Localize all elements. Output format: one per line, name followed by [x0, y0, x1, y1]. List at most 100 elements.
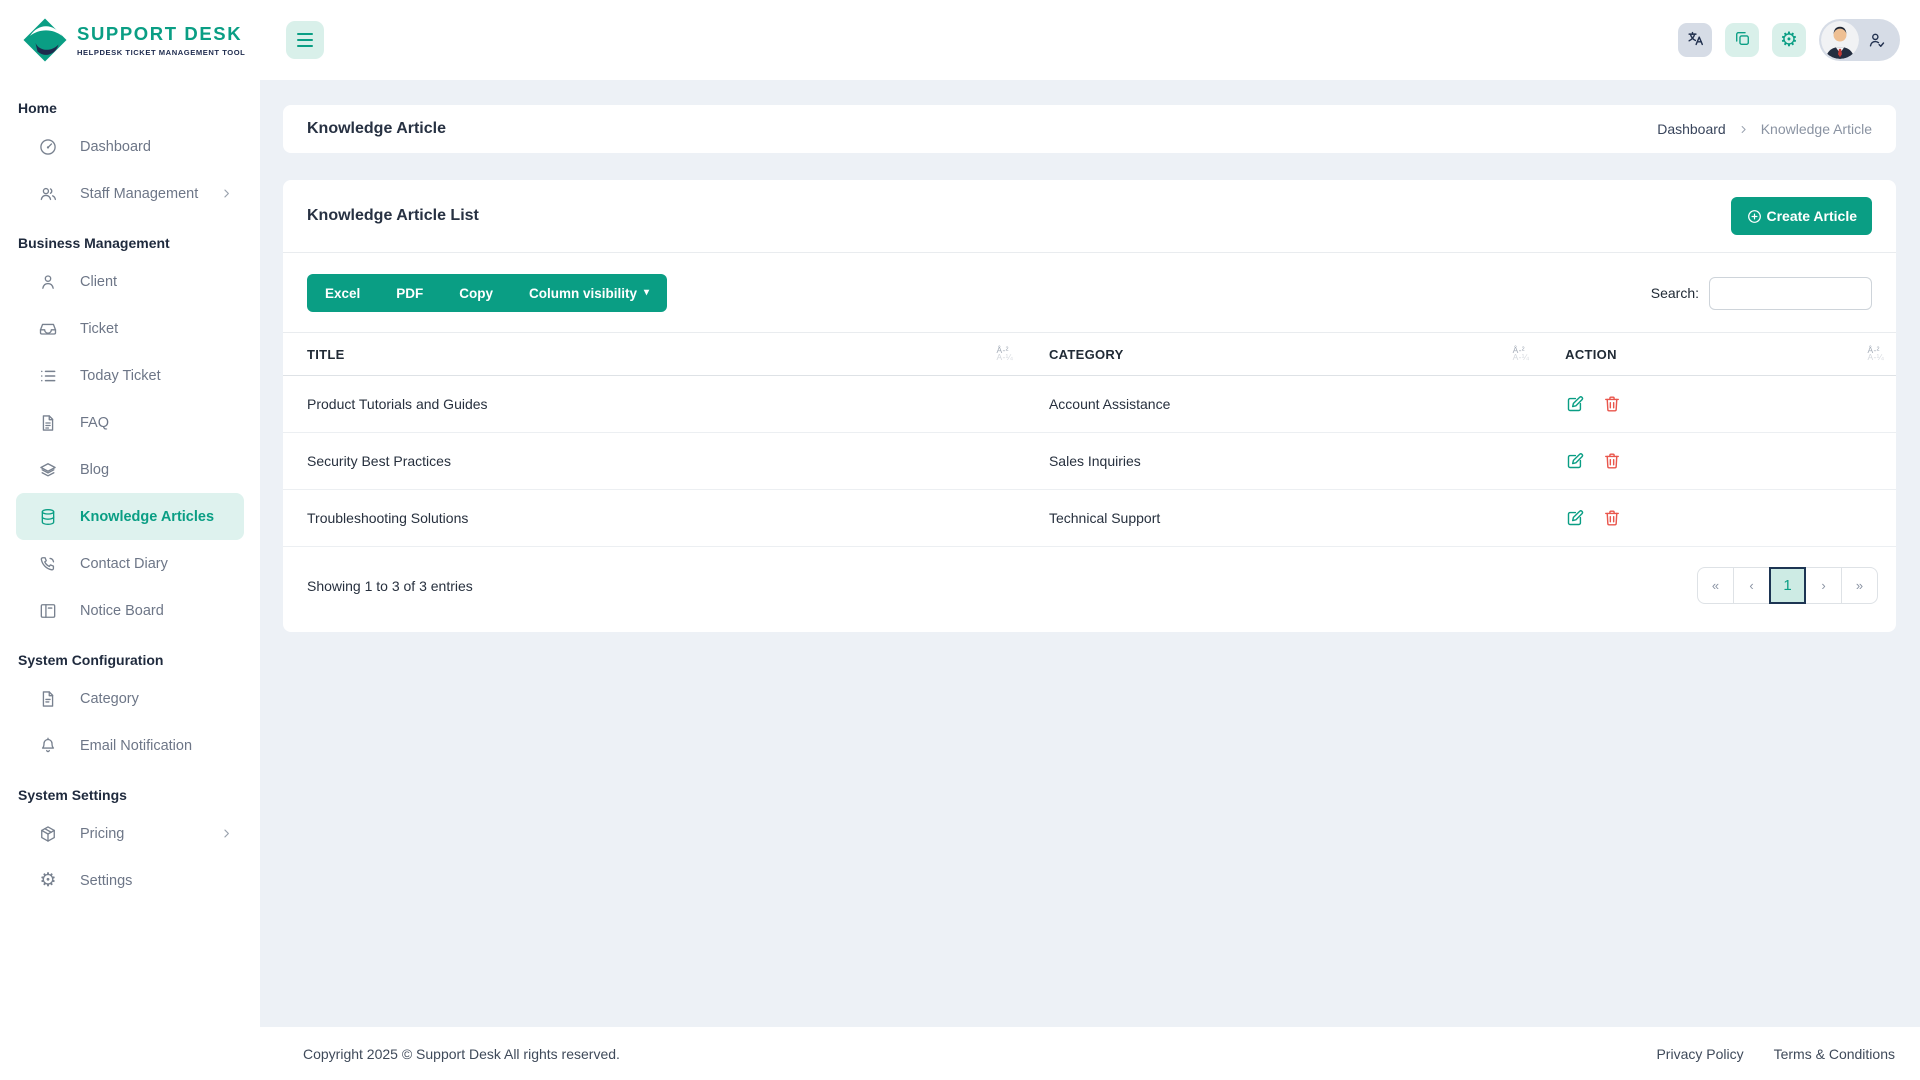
table-toolbar: Excel PDF Copy Column visibility ▾ Search: [283, 253, 1896, 332]
column-visibility-button[interactable]: Column visibility ▾ [511, 274, 667, 312]
sidebar-item-ticket[interactable]: Ticket [16, 305, 244, 352]
breadcrumb-dashboard[interactable]: Dashboard [1657, 121, 1726, 137]
sidebar-item-pricing[interactable]: Pricing [16, 810, 244, 857]
cell-category: Sales Inquiries [1048, 453, 1141, 469]
search-input[interactable] [1709, 276, 1872, 310]
page-footer: Copyright 2025 © Support Desk All rights… [260, 1027, 1920, 1080]
sidebar-item-client[interactable]: Client [16, 258, 244, 305]
topbar: ⚙ [260, 0, 1920, 80]
edit-article-button[interactable] [1565, 394, 1585, 414]
column-header-title[interactable]: TITLE Å-² A-¼ [283, 333, 1025, 375]
copyright-text: Copyright 2025 © Support Desk All rights… [303, 1045, 620, 1062]
sidebar-item-notice-board[interactable]: Notice Board [16, 587, 244, 634]
pagination-page-1[interactable]: 1 [1769, 567, 1806, 604]
pagination-next[interactable]: › [1805, 567, 1842, 604]
nav-section-system-configuration: System Configuration [18, 652, 164, 668]
package-icon [38, 824, 58, 844]
delete-article-button[interactable] [1602, 451, 1622, 471]
delete-article-button[interactable] [1602, 508, 1622, 528]
list-card-title: Knowledge Article List [307, 207, 479, 224]
file-icon [38, 689, 58, 709]
gear-icon: ⚙ [39, 870, 57, 891]
sidebar-item-contact-diary[interactable]: Contact Diary [16, 540, 244, 587]
sort-icon[interactable]: Å-² A-¼ [996, 346, 1013, 362]
terms-conditions-link[interactable]: Terms & Conditions [1774, 1046, 1895, 1062]
translate-button[interactable] [1678, 23, 1712, 57]
list-card-header: Knowledge Article List Create Article [283, 180, 1896, 252]
person-icon [38, 272, 58, 292]
cell-category: Technical Support [1048, 510, 1161, 526]
sort-icon[interactable]: Å-² A-¼ [1867, 346, 1884, 362]
sidebar-toggle-button[interactable] [286, 21, 324, 59]
brand-logo[interactable]: SUPPORT DESK HELPDESK TICKET MANAGEMENT … [0, 0, 260, 80]
copy-export-button[interactable]: Copy [441, 274, 511, 312]
cell-title: Troubleshooting Solutions [307, 510, 469, 526]
table-footer: Showing 1 to 3 of 3 entries «‹ 1 ›» [283, 547, 1896, 632]
database-icon [38, 507, 58, 527]
pagination-prev[interactable]: ‹ [1733, 567, 1770, 604]
sort-icon[interactable]: Å-² A-¼ [1513, 346, 1530, 362]
sidebar-item-knowledge-articles[interactable]: Knowledge Articles [16, 493, 244, 540]
sidebar-item-blog[interactable]: Blog [16, 446, 244, 493]
sidebar-item-staff-management[interactable]: Staff Management [16, 170, 244, 217]
cell-title: Product Tutorials and Guides [307, 396, 488, 412]
profile-menu-button[interactable] [1819, 19, 1900, 61]
export-button-group: Excel PDF Copy Column visibility ▾ [307, 274, 668, 312]
copy-icon [1733, 29, 1752, 51]
brand-tagline: HELPDESK TICKET MANAGEMENT TOOL [77, 48, 246, 57]
trash-icon [1602, 508, 1622, 528]
table-body: Product Tutorials and Guides Account Assi… [283, 376, 1896, 547]
pagination-first[interactable]: « [1697, 567, 1734, 604]
delete-article-button[interactable] [1602, 394, 1622, 414]
page-title: Knowledge Article [307, 120, 446, 137]
person-check-icon [1867, 30, 1887, 50]
edit-icon [1565, 508, 1585, 528]
chevron-right-icon [1737, 123, 1750, 136]
sidebar-nav: Home Dashboard Staff Management Business Ma… [0, 80, 260, 904]
sidebar-item-category[interactable]: Category [16, 675, 244, 722]
nav-section-business-management: Business Management [18, 235, 170, 251]
edit-article-button[interactable] [1565, 451, 1585, 471]
trash-icon [1602, 451, 1622, 471]
table-row-security-best-practices: Security Best Practices Sales Inquiries [283, 433, 1896, 490]
brand-name: SUPPORT DESK [77, 23, 243, 44]
plus-circle-icon [1746, 208, 1763, 225]
caret-down-icon: ▾ [644, 287, 650, 298]
cell-category: Account Assistance [1048, 396, 1171, 412]
bell-icon [38, 736, 58, 756]
edit-article-button[interactable] [1565, 508, 1585, 528]
edit-icon [1565, 451, 1585, 471]
sidebar-item-dashboard[interactable]: Dashboard [16, 123, 244, 170]
sidebar-item-today-ticket[interactable]: Today Ticket [16, 352, 244, 399]
privacy-policy-link[interactable]: Privacy Policy [1656, 1046, 1743, 1062]
copy-button[interactable] [1725, 23, 1759, 57]
sidebar-item-faq[interactable]: FAQ [16, 399, 244, 446]
knowledge-article-list-card: Knowledge Article List Create Article Ex… [283, 180, 1896, 632]
pagination-last[interactable]: » [1841, 567, 1878, 604]
settings-button[interactable]: ⚙ [1772, 23, 1806, 57]
sidebar: SUPPORT DESK HELPDESK TICKET MANAGEMENT … [0, 0, 260, 1080]
cell-action [1541, 451, 1896, 471]
search-label: Search: [1650, 285, 1699, 301]
main-content: Knowledge Article Dashboard Knowledge Ar… [260, 80, 1920, 1027]
layers-icon [38, 460, 58, 480]
column-header-category[interactable]: CATEGORY Å-² A-¼ [1025, 333, 1541, 375]
sidebar-item-settings[interactable]: ⚙ Settings [16, 857, 244, 904]
list-icon [38, 366, 58, 386]
search-control: Search: [1650, 276, 1872, 310]
file-text-icon [38, 413, 58, 433]
breadcrumb-current: Knowledge Article [1760, 121, 1872, 137]
excel-export-button[interactable]: Excel [307, 274, 378, 312]
app-root: SUPPORT DESK HELPDESK TICKET MANAGEMENT … [0, 0, 1920, 1080]
nav-section-home: Home [18, 100, 57, 116]
inbox-icon [38, 319, 58, 339]
chevron-right-icon [219, 186, 234, 201]
sidebar-item-email-notification[interactable]: Email Notification [16, 722, 244, 769]
users-icon [38, 184, 58, 204]
create-article-button[interactable]: Create Article [1731, 197, 1872, 235]
translate-icon [1686, 29, 1705, 51]
column-header-action[interactable]: ACTION Å-² A-¼ [1541, 333, 1896, 375]
chevron-right-icon [219, 826, 234, 841]
cell-action [1541, 508, 1896, 528]
pdf-export-button[interactable]: PDF [378, 274, 441, 312]
